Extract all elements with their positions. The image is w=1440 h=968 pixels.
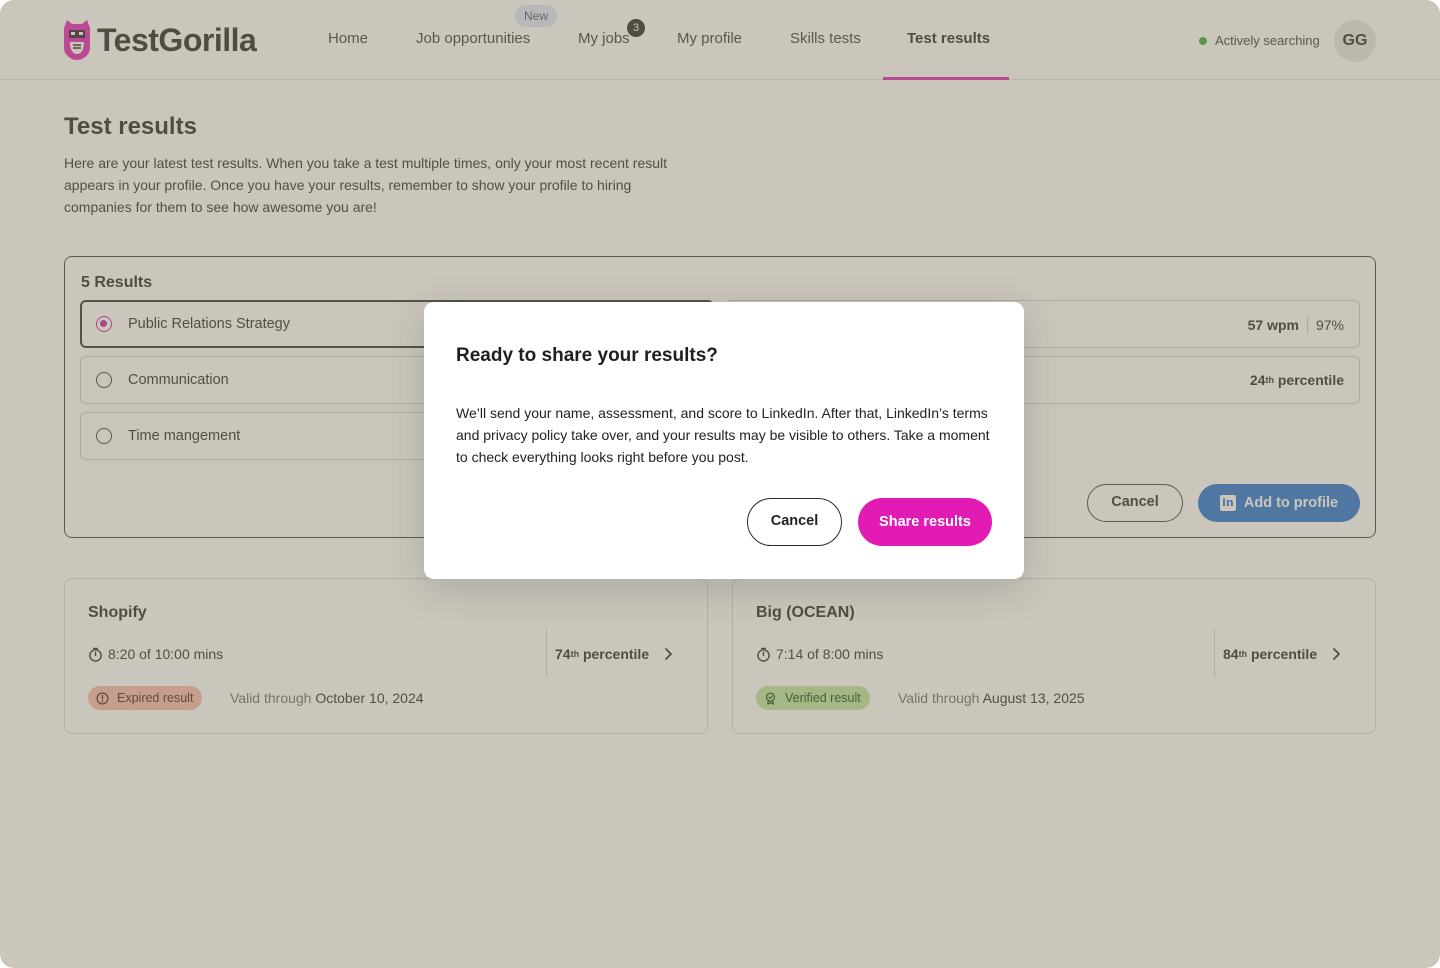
modal-cancel-button[interactable]: Cancel	[747, 498, 842, 546]
modal-body: We’ll send your name, assessment, and sc…	[456, 405, 990, 465]
modal-title: Ready to share your results?	[456, 345, 718, 366]
share-results-modal: Ready to share your results? We’ll send …	[424, 302, 1024, 579]
share-results-button[interactable]: Share results	[858, 498, 992, 546]
page: TestGorilla Home Job opportunities New M…	[0, 0, 1440, 968]
